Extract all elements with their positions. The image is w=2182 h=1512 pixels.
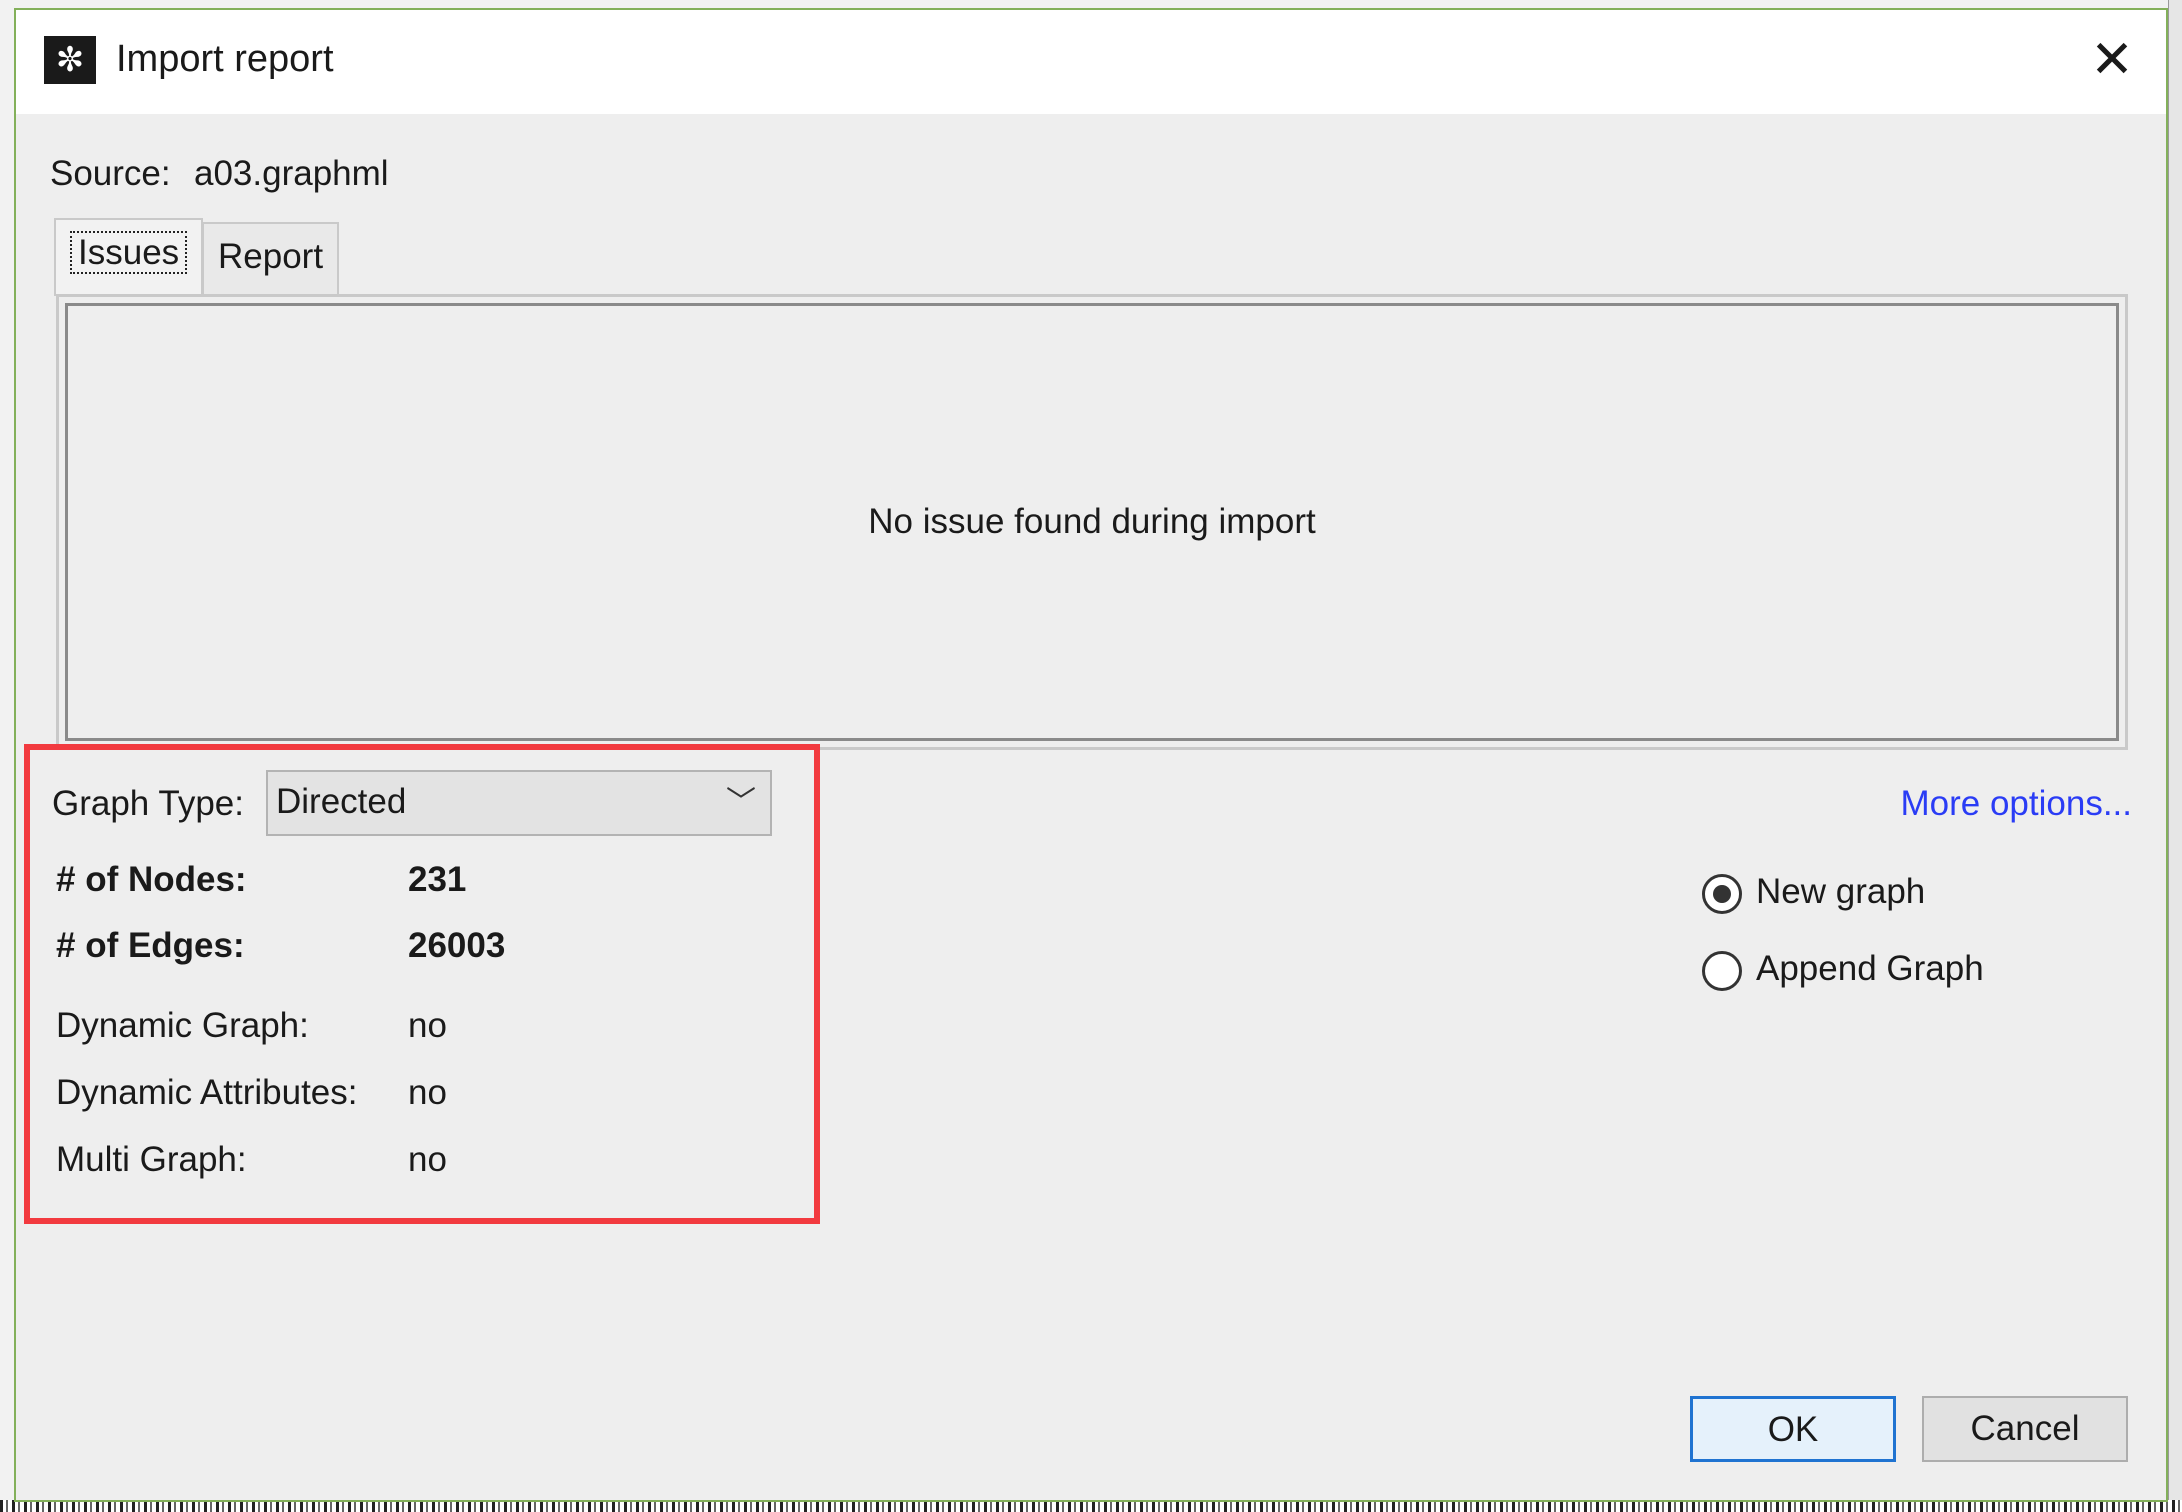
append-graph-radio[interactable] <box>1702 951 1742 991</box>
source-label: Source: <box>50 154 171 193</box>
graph-type-selected-value: Directed <box>276 782 407 821</box>
title-bar: ✼ Import report ✕ <box>16 10 2166 114</box>
nodes-count-label: # of Nodes: <box>56 860 247 899</box>
append-graph-label[interactable]: Append Graph <box>1756 949 1984 989</box>
close-icon[interactable]: ✕ <box>2082 30 2142 90</box>
dynamic-attributes-value: no <box>408 1073 447 1112</box>
more-options-link[interactable]: More options... <box>1901 784 2133 824</box>
new-graph-radio[interactable] <box>1702 874 1742 914</box>
dynamic-attributes-label: Dynamic Attributes: <box>56 1073 358 1112</box>
issues-empty-message: No issue found during import <box>868 502 1316 541</box>
graph-type-dropdown[interactable]: Directed ﹀ <box>266 770 772 836</box>
issues-list: No issue found during import <box>65 303 2119 741</box>
multi-graph-value: no <box>408 1140 447 1179</box>
graph-type-label: Graph Type: <box>52 784 244 823</box>
edges-count-value: 26003 <box>408 926 506 965</box>
cancel-button[interactable]: Cancel <box>1922 1396 2128 1462</box>
multi-graph-label: Multi Graph: <box>56 1140 247 1179</box>
tab-report-label: Report <box>218 237 324 276</box>
ok-button[interactable]: OK <box>1690 1396 1896 1462</box>
issues-panel: No issue found during import <box>56 294 2128 750</box>
tab-issues-label: Issues <box>70 231 188 274</box>
tab-report[interactable]: Report <box>202 222 340 294</box>
source-filename: a03.graphml <box>194 154 389 193</box>
new-graph-label[interactable]: New graph <box>1756 872 1925 912</box>
background-window-edge <box>2168 0 2182 1512</box>
dialog-title: Import report <box>116 38 334 80</box>
chevron-down-icon: ﹀ <box>726 786 756 819</box>
app-logo-icon: ✼ <box>44 36 96 84</box>
dynamic-graph-label: Dynamic Graph: <box>56 1006 309 1045</box>
nodes-count-value: 231 <box>408 860 467 899</box>
edges-count-label: # of Edges: <box>56 926 245 965</box>
tab-issues[interactable]: Issues <box>54 218 204 296</box>
import-report-dialog: ✼ Import report ✕ Source: a03.graphml Is… <box>14 8 2168 1502</box>
dynamic-graph-value: no <box>408 1006 447 1045</box>
